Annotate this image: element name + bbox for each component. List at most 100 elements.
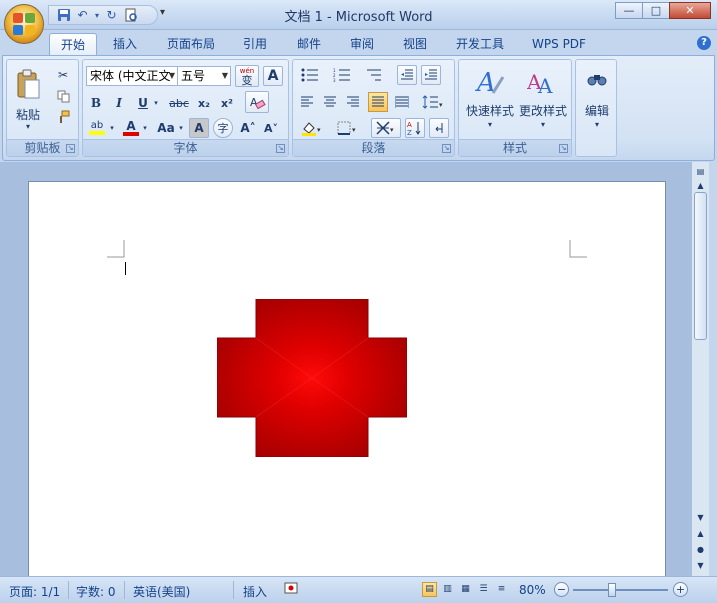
quick-styles-icon[interactable]: A	[473, 64, 507, 100]
cross-shape[interactable]	[217, 299, 407, 457]
select-browse-object-icon[interactable]: ●	[693, 542, 708, 557]
tab-mailings[interactable]: 邮件	[287, 33, 331, 56]
line-spacing-icon[interactable]: ▾	[418, 92, 448, 112]
quick-styles-dropdown-icon[interactable]: ▾	[461, 120, 519, 129]
chinese-layout-icon[interactable]: ▾	[371, 118, 401, 138]
font-launcher-icon[interactable]: ↘	[276, 144, 285, 153]
subscript-button[interactable]: x₂	[194, 93, 214, 113]
paste-dropdown-icon[interactable]: ▾	[11, 122, 45, 131]
show-marks-icon[interactable]	[429, 118, 449, 138]
zoom-in-icon[interactable]: +	[673, 582, 688, 597]
macro-record-icon[interactable]	[284, 581, 298, 598]
format-painter-icon[interactable]	[53, 107, 73, 127]
document-page[interactable]	[28, 181, 666, 576]
align-center-icon[interactable]	[320, 92, 340, 112]
scroll-thumb[interactable]	[694, 192, 707, 340]
underline-button[interactable]: U	[133, 93, 153, 113]
bold-button[interactable]: B	[86, 93, 106, 113]
print-layout-view-icon[interactable]: ▤	[422, 582, 437, 597]
font-color-button[interactable]: A	[121, 118, 141, 138]
maximize-button[interactable]: □	[642, 2, 670, 19]
draft-view-icon[interactable]: ≡	[494, 582, 509, 597]
binoculars-icon[interactable]	[584, 66, 610, 92]
align-left-icon[interactable]	[297, 92, 317, 112]
outline-view-icon[interactable]: ☰	[476, 582, 491, 597]
superscript-button[interactable]: x²	[217, 93, 237, 113]
highlight-button[interactable]: ab	[86, 118, 108, 138]
next-page-icon[interactable]: ▼	[693, 558, 708, 573]
insert-mode-indicator[interactable]: 插入	[243, 583, 267, 600]
copy-icon[interactable]	[53, 86, 73, 106]
clear-formatting-button[interactable]: A	[245, 91, 269, 113]
zoom-out-icon[interactable]: −	[554, 582, 569, 597]
paste-icon[interactable]	[11, 64, 45, 104]
change-case-button[interactable]: Aa	[153, 118, 179, 138]
tab-review[interactable]: 审阅	[340, 33, 384, 56]
full-screen-reading-view-icon[interactable]: ▥	[440, 582, 455, 597]
shading-icon[interactable]: ▾	[297, 118, 327, 138]
change-styles-label[interactable]: 更改样式	[515, 102, 571, 119]
char-shading-button[interactable]: A	[189, 118, 209, 138]
scroll-up-icon[interactable]: ▲	[693, 178, 708, 193]
justify-icon[interactable]	[368, 92, 388, 112]
tab-page-layout[interactable]: 页面布局	[160, 33, 222, 56]
minimize-button[interactable]: —	[615, 2, 643, 19]
sort-icon[interactable]: AZ	[405, 118, 425, 138]
tab-wps-pdf[interactable]: WPS PDF	[525, 33, 593, 56]
cut-icon[interactable]: ✂	[53, 65, 73, 85]
word-count[interactable]: 字数: 0	[76, 583, 116, 600]
page-count[interactable]: 页面: 1/1	[9, 583, 60, 600]
multilevel-list-icon[interactable]	[361, 65, 387, 85]
tab-home[interactable]: 开始	[49, 33, 97, 56]
quick-styles-label[interactable]: 快速样式	[461, 102, 519, 119]
italic-button[interactable]: I	[109, 93, 129, 113]
pinyin-guide-button[interactable]: wén 变	[235, 65, 259, 87]
shrink-font-button[interactable]: A˅	[261, 118, 281, 138]
styles-launcher-icon[interactable]: ↘	[559, 144, 568, 153]
web-layout-view-icon[interactable]: ▦	[458, 582, 473, 597]
scroll-down-icon[interactable]: ▼	[693, 510, 708, 525]
tab-view[interactable]: 视图	[393, 33, 437, 56]
paragraph-launcher-icon[interactable]: ↘	[442, 144, 451, 153]
svg-text:A: A	[537, 74, 553, 97]
font-name-combo[interactable]: 宋体 (中文正文 ▼	[86, 66, 178, 86]
font-size-combo[interactable]: 五号 ▼	[177, 66, 231, 86]
bullets-icon[interactable]	[297, 65, 323, 85]
editing-dropdown-icon[interactable]: ▾	[576, 120, 618, 129]
enclose-char-button[interactable]: 字	[213, 118, 233, 138]
zoom-level[interactable]: 80%	[519, 583, 546, 597]
char-border-button[interactable]: A	[263, 66, 283, 86]
font-size-value: 五号	[181, 69, 206, 83]
language-indicator[interactable]: 英语(美国)	[133, 583, 190, 600]
font-color-dropdown-icon[interactable]: ▾	[141, 118, 149, 138]
zoom-slider-thumb[interactable]	[608, 583, 616, 597]
strikethrough-button[interactable]: abc	[167, 93, 191, 113]
close-button[interactable]: ✕	[669, 2, 711, 19]
increase-indent-icon[interactable]	[421, 65, 441, 85]
tab-developer[interactable]: 开发工具	[447, 33, 513, 56]
change-styles-dropdown-icon[interactable]: ▾	[515, 120, 571, 129]
change-case-dropdown-icon[interactable]: ▾	[177, 118, 185, 138]
tab-insert[interactable]: 插入	[103, 33, 147, 56]
zoom-slider-track[interactable]	[573, 589, 668, 591]
change-styles-icon[interactable]: AA	[525, 64, 559, 100]
help-icon[interactable]: ?	[697, 36, 711, 50]
chevron-down-icon: ▼	[168, 71, 175, 80]
borders-icon[interactable]: ▾	[333, 118, 363, 138]
ruler-toggle-icon[interactable]: ▤	[693, 164, 708, 179]
editing-label[interactable]: 编辑	[576, 102, 618, 119]
align-right-icon[interactable]	[343, 92, 363, 112]
previous-page-icon[interactable]: ▲	[693, 526, 708, 541]
tab-references[interactable]: 引用	[233, 33, 277, 56]
office-button[interactable]	[4, 4, 44, 44]
highlight-dropdown-icon[interactable]: ▾	[108, 118, 116, 138]
underline-dropdown-icon[interactable]: ▾	[151, 93, 161, 113]
vertical-scrollbar[interactable]: ▤ ▲ ▼ ▲ ● ▼	[691, 162, 709, 576]
grow-font-button[interactable]: A˄	[238, 118, 258, 138]
distributed-icon[interactable]	[392, 92, 412, 112]
decrease-indent-icon[interactable]	[397, 65, 417, 85]
clipboard-launcher-icon[interactable]: ↘	[66, 144, 75, 153]
numbering-icon[interactable]: 123	[329, 65, 355, 85]
paste-label[interactable]: 粘贴	[11, 106, 45, 123]
highlight-color-swatch	[89, 131, 105, 135]
